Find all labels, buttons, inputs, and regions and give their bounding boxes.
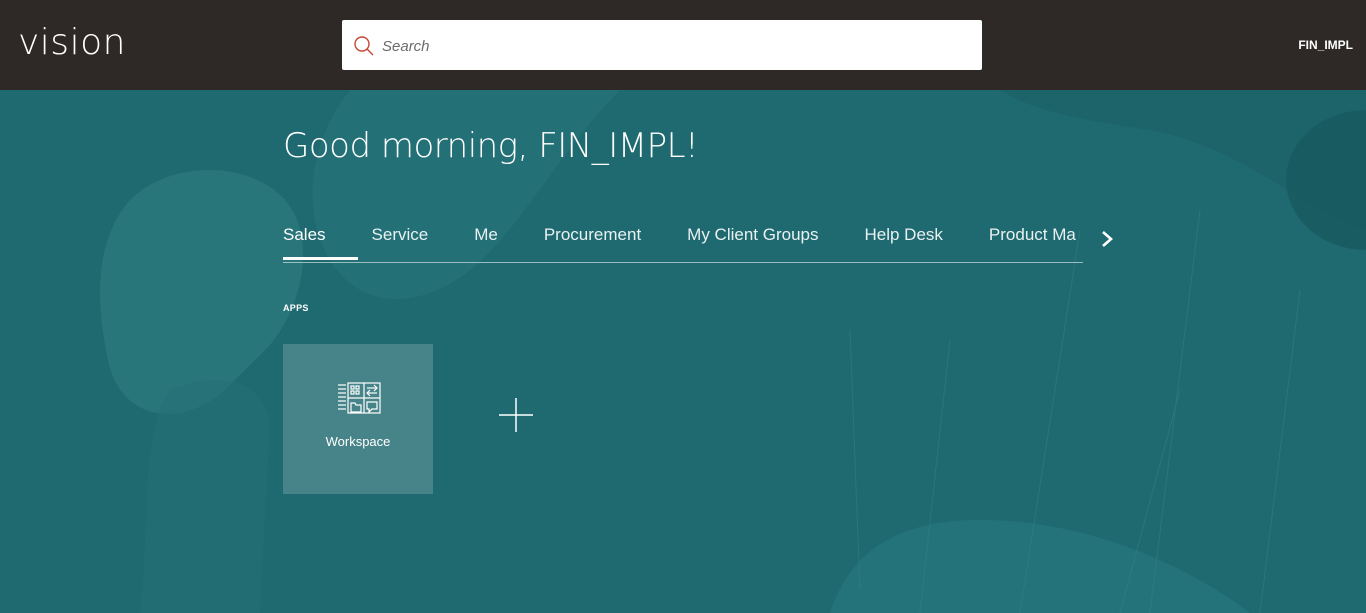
vision-logo[interactable]: vision	[18, 22, 126, 63]
workspace-label: Workspace	[325, 434, 391, 449]
add-app-plus-icon[interactable]	[498, 397, 534, 433]
tab-my-client-groups[interactable]: My Client Groups	[687, 214, 818, 260]
search-input[interactable]	[380, 28, 974, 64]
background-art	[100, 90, 1366, 613]
tab-procurement[interactable]: Procurement	[544, 214, 641, 260]
workspace-tile[interactable]: Workspace	[283, 344, 433, 494]
tab-help-desk[interactable]: Help Desk	[865, 214, 943, 260]
tab-sales[interactable]: Sales	[283, 214, 357, 260]
tab-product-management[interactable]: Product Ma	[989, 214, 1076, 260]
tab-service[interactable]: Service	[372, 214, 429, 260]
tab-me[interactable]: Me	[474, 214, 498, 260]
global-header: vision FIN_IMPL	[0, 0, 1366, 90]
home-panel: Good morning, FIN_IMPL! Sales Service Me Pr…	[0, 90, 1366, 613]
apps-section-label: APPS	[283, 303, 309, 313]
user-menu[interactable]: FIN_IMPL	[1298, 38, 1353, 52]
greeting-heading: Good morning, FIN_IMPL!	[283, 126, 699, 166]
workspace-icon	[338, 382, 381, 414]
chevron-right-icon[interactable]	[1098, 228, 1116, 250]
springboard-tabs: Sales Service Me Procurement My Client Group…	[283, 214, 1083, 263]
search-icon	[354, 36, 374, 56]
search-box[interactable]	[342, 20, 982, 70]
